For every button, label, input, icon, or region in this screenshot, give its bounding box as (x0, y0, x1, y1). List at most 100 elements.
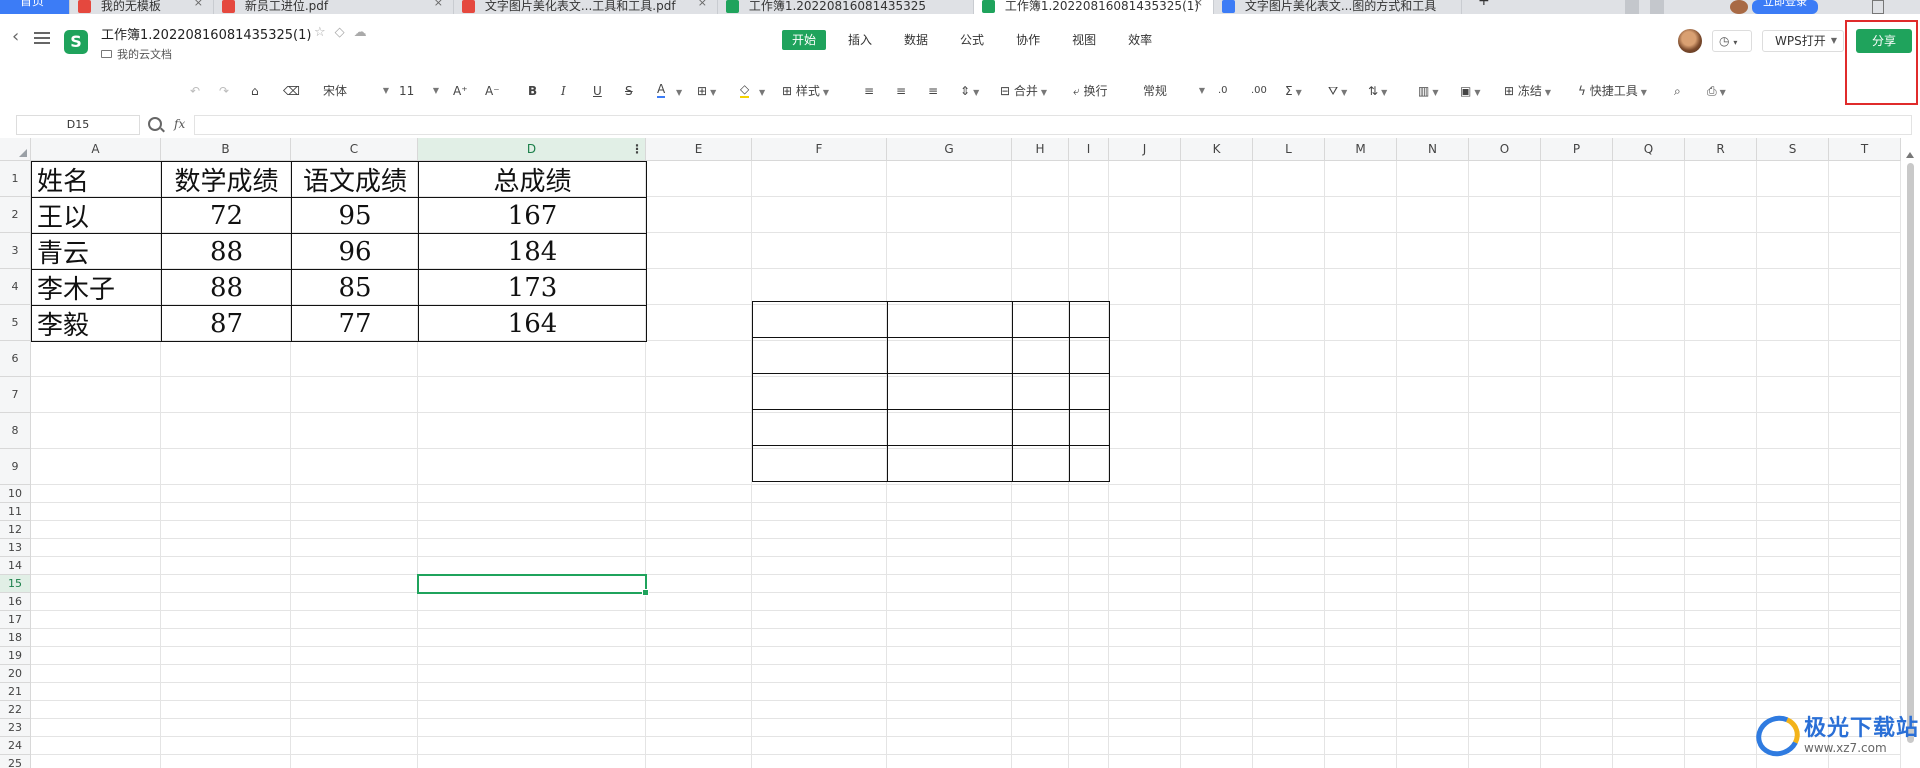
column-header-r[interactable]: R (1685, 138, 1757, 161)
row-header-24[interactable]: 24 (0, 737, 31, 755)
menu-tab-insert[interactable]: 插入 (838, 30, 882, 50)
align-center-icon[interactable]: ≡ (896, 82, 906, 100)
empty-bordered-cell[interactable] (1069, 301, 1110, 338)
tab-doc[interactable]: 文字图片美化表文...图的方式和工具 (1214, 0, 1462, 14)
row-header-7[interactable]: 7 (0, 377, 31, 413)
font-name-select[interactable]: 宋体 ▼ (323, 82, 389, 100)
menu-tab-efficiency[interactable]: 效率 (1118, 30, 1162, 50)
table-header-cell[interactable]: 语文成绩 (291, 161, 419, 198)
strikethrough-button[interactable]: S (625, 82, 633, 100)
row-header-6[interactable]: 6 (0, 341, 31, 377)
empty-bordered-cell[interactable] (1012, 445, 1070, 482)
empty-bordered-cell[interactable] (752, 301, 888, 338)
column-header-n[interactable]: N (1397, 138, 1469, 161)
menu-tab-data[interactable]: 数据 (894, 30, 938, 50)
shrink-font-button[interactable]: A⁻ (485, 82, 500, 100)
zoom-icon[interactable] (148, 117, 162, 131)
underline-button[interactable]: U (593, 82, 602, 100)
column-menu-icon[interactable]: ⋮ (630, 138, 644, 161)
column-header-i[interactable]: I (1069, 138, 1109, 161)
empty-bordered-cell[interactable] (887, 409, 1013, 446)
column-header-d[interactable]: D (418, 138, 646, 161)
empty-bordered-cell[interactable] (887, 373, 1013, 410)
image-icon[interactable]: ▣ ▼ (1460, 82, 1481, 100)
new-tab-button[interactable]: + (1470, 0, 1500, 14)
table-cell[interactable]: 164 (418, 305, 647, 342)
sort-icon[interactable]: ⇅ ▼ (1368, 82, 1387, 100)
empty-bordered-cell[interactable] (752, 337, 888, 374)
column-header-e[interactable]: E (646, 138, 752, 161)
row-header-2[interactable]: 2 (0, 197, 31, 233)
italic-button[interactable]: I (561, 82, 566, 100)
menu-tab-home[interactable]: 开始 (782, 30, 827, 50)
border-icon[interactable]: ⊞ ▼ (697, 82, 716, 100)
close-icon[interactable]: × (1194, 0, 1203, 8)
wps-open-button[interactable]: WPS打开 ▼ (1762, 30, 1844, 52)
empty-bordered-cell[interactable] (887, 445, 1013, 482)
column-header-p[interactable]: P (1541, 138, 1613, 161)
grid-apps-icon[interactable] (1650, 0, 1664, 14)
row-header-25[interactable]: 25 (0, 755, 31, 768)
table-cell[interactable]: 王以 (31, 197, 162, 234)
undo-icon[interactable]: ↶ (190, 82, 200, 100)
table-cell[interactable]: 88 (161, 233, 292, 270)
column-header-g[interactable]: G (887, 138, 1012, 161)
clear-format-icon[interactable]: ⌫ (283, 82, 300, 100)
row-header-15[interactable]: 15 (0, 575, 31, 593)
row-header-8[interactable]: 8 (0, 413, 31, 449)
style-button[interactable]: ⊞ 样式 ▼ (782, 82, 829, 100)
empty-bordered-cell[interactable] (1012, 301, 1070, 338)
empty-bordered-cell[interactable] (887, 337, 1013, 374)
empty-bordered-cell[interactable] (1069, 409, 1110, 446)
tab-template[interactable]: 我的无模板 × (70, 0, 214, 14)
freeze-button[interactable]: ⊞ 冻结 ▼ (1504, 82, 1551, 100)
name-box[interactable]: D15 (16, 115, 140, 135)
tab-home[interactable]: 首页 (0, 0, 70, 14)
column-header-k[interactable]: K (1181, 138, 1253, 161)
window-layout-icon[interactable] (1625, 0, 1639, 14)
spreadsheet-grid[interactable]: A B C D E F G H I J K L M N O P Q R S T 1 2 3 4 5 6 7 8 9 10 11 12 13 14 1… (0, 138, 1920, 768)
increase-decimal-icon[interactable]: .0 (1218, 82, 1228, 100)
row-header-12[interactable]: 12 (0, 521, 31, 539)
filter-icon[interactable]: ⛛ ▼ (1328, 82, 1347, 100)
sum-icon[interactable]: Σ ▼ (1285, 82, 1302, 100)
font-size-select[interactable]: 11 ▼ (399, 82, 439, 100)
number-format-select[interactable]: 常规 ▼ (1143, 82, 1205, 100)
scroll-up-arrow-icon[interactable] (1906, 152, 1914, 158)
table-header-cell[interactable]: 数学成绩 (161, 161, 292, 198)
table-cell[interactable]: 李毅 (31, 305, 162, 342)
align-right-icon[interactable]: ≡ (928, 82, 938, 100)
table-cell[interactable]: 88 (161, 269, 292, 306)
history-button[interactable]: ◷ ▾ (1712, 30, 1752, 52)
column-header-m[interactable]: M (1325, 138, 1397, 161)
empty-bordered-cell[interactable] (1069, 445, 1110, 482)
column-header-q[interactable]: Q (1613, 138, 1685, 161)
function-icon[interactable]: fx (174, 117, 185, 131)
font-color-button[interactable]: A (657, 82, 666, 98)
active-cell-selection[interactable] (417, 574, 649, 596)
row-header-20[interactable]: 20 (0, 665, 31, 683)
table-cell[interactable]: 96 (291, 233, 419, 270)
format-painter-icon[interactable]: ⌂ (251, 82, 259, 100)
menu-tab-view[interactable]: 视图 (1062, 30, 1106, 50)
close-icon[interactable]: × (698, 0, 707, 8)
table-cell[interactable]: 72 (161, 197, 292, 234)
chevron-down-icon[interactable]: ▼ (756, 82, 765, 100)
hamburger-menu-icon[interactable] (34, 32, 50, 44)
wrap-text-button[interactable]: ⤶ 换行 (1073, 82, 1108, 100)
menu-tab-formula[interactable]: 公式 (950, 30, 994, 50)
row-header-22[interactable]: 22 (0, 701, 31, 719)
table-cell[interactable]: 87 (161, 305, 292, 342)
select-all-corner[interactable] (0, 138, 31, 161)
column-header-c[interactable]: C (291, 138, 418, 161)
row-header-10[interactable]: 10 (0, 485, 31, 503)
table-cell[interactable]: 173 (418, 269, 647, 306)
back-arrow-icon[interactable]: ‹ (12, 28, 24, 46)
empty-bordered-cell[interactable] (1012, 373, 1070, 410)
empty-bordered-cell[interactable] (1069, 373, 1110, 410)
user-avatar[interactable] (1678, 29, 1702, 53)
row-header-5[interactable]: 5 (0, 305, 31, 341)
tab-workbook-2[interactable]: 工作簿1.20220816081435325(1) × (974, 0, 1214, 14)
decrease-decimal-icon[interactable]: .00 (1251, 82, 1267, 100)
row-header-13[interactable]: 13 (0, 539, 31, 557)
